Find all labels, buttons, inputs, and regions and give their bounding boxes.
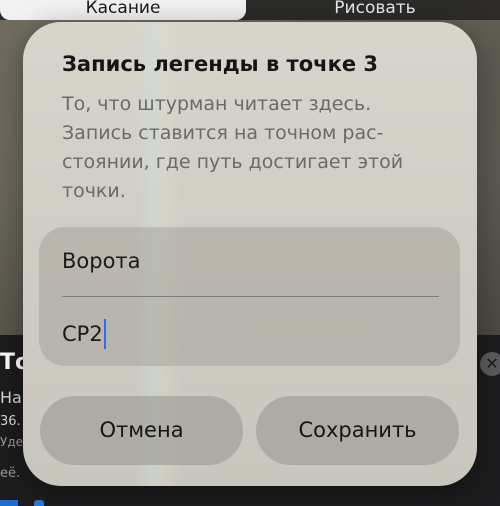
cancel-button[interactable]: Отмена — [40, 396, 243, 465]
input-group: Ворота CP2 — [39, 227, 460, 366]
blue-dot-icon — [34, 500, 44, 506]
legend-code-value: CP2 — [62, 322, 103, 346]
dialog-title: Запись легенды в точке 3 — [62, 52, 378, 76]
save-button[interactable]: Сохранить — [256, 396, 459, 465]
card-hint-continued: её. — [0, 466, 21, 481]
text-caret — [103, 319, 106, 349]
close-icon[interactable]: ✕ — [480, 352, 500, 376]
segment-touch[interactable]: Касание — [0, 0, 246, 20]
screen: Касание Рисовать То На 36. Уде её. ✕ Зап… — [0, 0, 500, 506]
legend-name-field[interactable]: Ворота — [62, 249, 141, 273]
legend-entry-dialog: Запись легенды в точке 3 То, что штурман… — [23, 22, 477, 486]
card-coordinates: 36. — [0, 414, 21, 429]
mode-segmented-control: Касание Рисовать — [0, 0, 500, 20]
dialog-message: То, что штурман читает здесь. Запись ста… — [62, 93, 404, 202]
checkbox-icon[interactable] — [0, 500, 18, 506]
legend-code-field[interactable]: CP2 — [62, 319, 106, 349]
card-hint: Уде — [0, 435, 23, 449]
segment-draw[interactable]: Рисовать — [250, 0, 500, 20]
field-divider — [62, 296, 439, 297]
card-subtitle: На — [0, 388, 22, 407]
